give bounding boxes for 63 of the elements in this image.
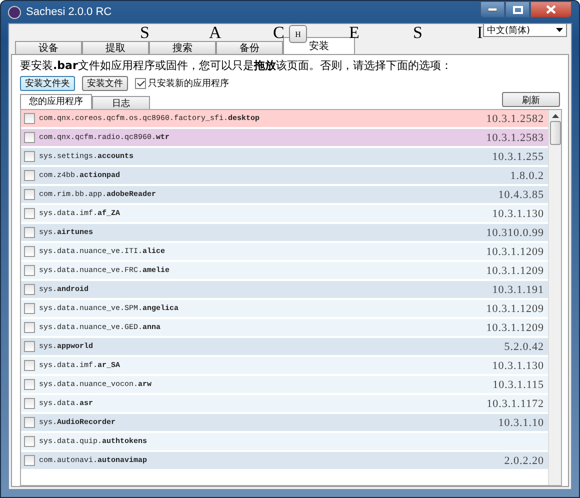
only-new-checkbox[interactable]: 只安装新的应用程序 <box>135 76 229 90</box>
checkbox[interactable] <box>24 436 35 447</box>
tab[interactable]: 安装 <box>283 37 355 54</box>
checkbox[interactable] <box>24 360 35 371</box>
app-version: 10.3.1.1209 <box>486 322 544 334</box>
app-version: 10.3.1.1209 <box>486 302 544 314</box>
app-version: 1.8.0.2 <box>510 170 544 182</box>
checkbox[interactable] <box>24 322 35 333</box>
checkbox[interactable] <box>24 341 35 352</box>
caret-icon <box>556 28 563 32</box>
banner-button[interactable]: H <box>289 25 307 43</box>
app-version: 5.2.0.42 <box>504 340 544 352</box>
close-icon[interactable] <box>530 1 572 18</box>
app-version: 10.3.1.2582 <box>486 112 544 124</box>
checkbox[interactable] <box>24 455 35 466</box>
app-version: 10.310.0.99 <box>486 226 544 238</box>
checkbox[interactable] <box>24 170 35 181</box>
banner-letter: A <box>209 23 222 43</box>
checkbox[interactable] <box>24 113 35 124</box>
app-version: 10.3.1.1209 <box>486 264 544 276</box>
maximize-icon[interactable] <box>505 1 530 18</box>
instructions-text: 要安装.bar文件如应用程序或固件，您可以只是拖放该页面。否则，请选择下面的选项： <box>20 58 453 73</box>
checkbox[interactable] <box>24 246 35 257</box>
app-version: 10.3.1.10 <box>498 416 544 428</box>
checkbox[interactable] <box>24 227 35 238</box>
window-title: Sachesi 2.0.0 RC <box>26 6 113 18</box>
tab[interactable]: 备份 <box>216 41 283 54</box>
minimize-icon[interactable] <box>480 1 505 18</box>
checkbox[interactable] <box>24 379 35 390</box>
checkbox[interactable] <box>24 208 35 219</box>
language-dropdown[interactable]: 中文(简体) <box>483 23 567 37</box>
scrollbar-thumb[interactable] <box>550 121 560 145</box>
app-version: 10.3.1.115 <box>492 378 544 390</box>
refresh-button[interactable]: 刷新 <box>502 92 560 107</box>
app-version: 2.0.2.20 <box>504 454 544 466</box>
app-version: 10.3.1.130 <box>492 208 544 220</box>
app-version: 10.3.1.130 <box>492 360 544 372</box>
checkbox[interactable] <box>24 132 35 143</box>
tab[interactable]: 您的应用程序 <box>20 94 92 109</box>
banner-letter: S <box>413 23 422 43</box>
app-version: 10.4.3.85 <box>498 188 544 200</box>
app-version: 10.3.1.255 <box>492 150 544 162</box>
app-version: 10.3.1.191 <box>492 284 544 296</box>
tab[interactable]: 搜索 <box>149 41 216 54</box>
banner-letter: I <box>477 23 483 43</box>
tab[interactable]: 日志 <box>92 96 150 109</box>
checkbox[interactable] <box>24 398 35 409</box>
checkbox[interactable] <box>24 417 35 428</box>
banner-letter: C <box>273 23 284 43</box>
checkbox[interactable] <box>24 151 35 162</box>
app-version: 10.3.1.1209 <box>486 246 544 258</box>
app-version: 10.3.1.1172 <box>486 398 544 410</box>
app-logo-icon <box>8 6 21 18</box>
app-version: 10.3.1.2583 <box>486 132 544 144</box>
checkbox[interactable] <box>24 284 35 295</box>
checkbox[interactable] <box>24 265 35 276</box>
install-button[interactable]: 安装文件夹 <box>20 76 75 90</box>
install-button[interactable]: 安装文件 <box>82 76 128 90</box>
banner-letter: S <box>140 23 150 43</box>
tab[interactable]: 设备 <box>15 41 82 54</box>
checkbox[interactable] <box>24 303 35 314</box>
tab[interactable]: 提取 <box>82 41 149 54</box>
checkbox[interactable] <box>24 189 35 200</box>
